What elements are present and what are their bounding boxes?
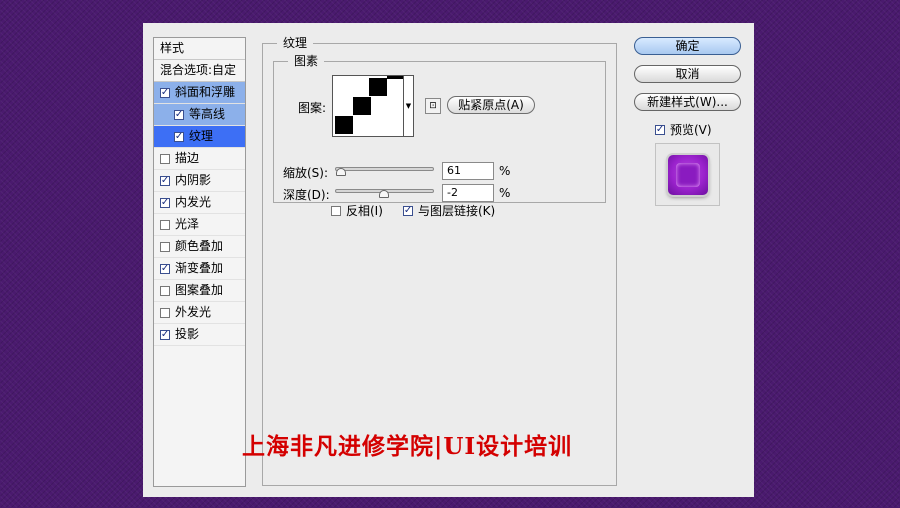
style-item-contour[interactable]: ✓ 等高线 <box>154 104 245 126</box>
style-item-label: 等高线 <box>189 107 226 121</box>
pattern-block <box>369 78 387 96</box>
pattern-picker[interactable] <box>332 75 404 137</box>
pixel-group-title: 图素 <box>288 53 325 69</box>
preview-swatch-inner <box>676 163 700 187</box>
pattern-block <box>387 76 403 79</box>
depth-input[interactable]: -2 <box>442 184 494 202</box>
style-item-bevel-emboss[interactable]: ✓ 斜面和浮雕 <box>154 82 245 104</box>
style-item-label: 颜色叠加 <box>175 239 224 253</box>
new-style-button[interactable]: 新建样式(W)... <box>634 93 741 111</box>
link-label: 与图层链接(K) <box>418 204 496 218</box>
texture-group: 纹理 图素 图案: ▼ ⊡ 贴紧原点(A) 缩放(S): 61 % 深度(D):… <box>262 35 617 486</box>
checkmark-icon[interactable]: ✓ <box>160 197 170 208</box>
checkmark-icon[interactable]: ✓ <box>160 263 170 274</box>
scale-unit: % <box>499 164 511 178</box>
style-item-label: 渐变叠加 <box>175 261 224 275</box>
checkbox[interactable] <box>160 153 170 164</box>
invert-option[interactable]: 反相(I) <box>331 202 383 219</box>
preview-option[interactable]: ✓ 预览(V) <box>655 121 712 138</box>
styles-header[interactable]: 样式 <box>154 38 245 60</box>
pattern-label: 图案: <box>298 101 327 115</box>
blend-options-item[interactable]: 混合选项:自定 <box>154 60 245 82</box>
scale-label: 缩放(S): <box>283 166 329 180</box>
checkmark-icon[interactable]: ✓ <box>655 124 665 135</box>
checkmark-icon[interactable]: ✓ <box>174 109 184 120</box>
preview-label: 预览(V) <box>670 123 712 137</box>
style-item-texture[interactable]: ✓ 纹理 <box>154 126 245 148</box>
scale-slider-thumb[interactable] <box>335 168 346 176</box>
texture-group-title: 纹理 <box>277 35 314 51</box>
depth-unit: % <box>499 186 511 200</box>
pixel-group: 图素 图案: ▼ ⊡ 贴紧原点(A) <box>273 53 606 203</box>
style-item-stroke[interactable]: 描边 <box>154 148 245 170</box>
triangle-down-icon[interactable]: ▼ <box>404 75 414 137</box>
watermark-text: 上海非凡进修学院|UI设计培训 <box>242 433 573 460</box>
style-item-satin[interactable]: 光泽 <box>154 214 245 236</box>
checkmark-icon[interactable]: ✓ <box>174 131 184 142</box>
checkbox[interactable] <box>331 205 341 216</box>
style-item-outer-glow[interactable]: 外发光 <box>154 302 245 324</box>
style-item-drop-shadow[interactable]: ✓ 投影 <box>154 324 245 346</box>
style-item-label: 光泽 <box>175 217 200 231</box>
checkbox[interactable] <box>160 285 170 296</box>
ok-button[interactable]: 确定 <box>634 37 741 55</box>
checkmark-icon[interactable]: ✓ <box>160 175 170 186</box>
layer-style-dialog: 样式 混合选项:自定 ✓ 斜面和浮雕 ✓ 等高线 ✓ 纹理 描边 ✓ 内阴影 ✓… <box>143 23 754 497</box>
pattern-block <box>335 116 353 134</box>
style-item-label: 斜面和浮雕 <box>175 85 236 99</box>
invert-label: 反相(I) <box>346 204 383 218</box>
style-item-color-overlay[interactable]: 颜色叠加 <box>154 236 245 258</box>
preview-swatch <box>668 155 708 195</box>
snap-to-origin-button[interactable]: 贴紧原点(A) <box>447 96 535 114</box>
cancel-button[interactable]: 取消 <box>634 65 741 83</box>
style-item-label: 描边 <box>175 151 200 165</box>
style-preview <box>655 143 720 206</box>
style-item-pattern-overlay[interactable]: 图案叠加 <box>154 280 245 302</box>
link-with-layer-option[interactable]: ✓ 与图层链接(K) <box>403 202 495 219</box>
style-item-gradient-overlay[interactable]: ✓ 渐变叠加 <box>154 258 245 280</box>
style-item-label: 内阴影 <box>175 173 212 187</box>
checkmark-icon[interactable]: ✓ <box>160 329 170 340</box>
style-item-label: 纹理 <box>189 129 214 143</box>
style-item-label: 图案叠加 <box>175 283 224 297</box>
checkbox[interactable] <box>160 219 170 230</box>
style-item-inner-shadow[interactable]: ✓ 内阴影 <box>154 170 245 192</box>
style-item-label: 内发光 <box>175 195 212 209</box>
checkmark-icon[interactable]: ✓ <box>403 205 413 216</box>
checkmark-icon[interactable]: ✓ <box>160 87 170 98</box>
depth-label: 深度(D): <box>283 188 330 202</box>
depth-slider-thumb[interactable] <box>379 190 390 198</box>
checkbox[interactable] <box>160 307 170 318</box>
pattern-block <box>353 97 371 115</box>
scale-input[interactable]: 61 <box>442 162 494 180</box>
scale-slider[interactable] <box>335 167 434 171</box>
checkbox[interactable] <box>160 241 170 252</box>
style-item-label: 外发光 <box>175 305 212 319</box>
new-preset-icon[interactable]: ⊡ <box>425 98 441 114</box>
style-item-label: 投影 <box>175 327 200 341</box>
styles-panel: 样式 混合选项:自定 ✓ 斜面和浮雕 ✓ 等高线 ✓ 纹理 描边 ✓ 内阴影 ✓… <box>153 37 246 487</box>
style-item-inner-glow[interactable]: ✓ 内发光 <box>154 192 245 214</box>
